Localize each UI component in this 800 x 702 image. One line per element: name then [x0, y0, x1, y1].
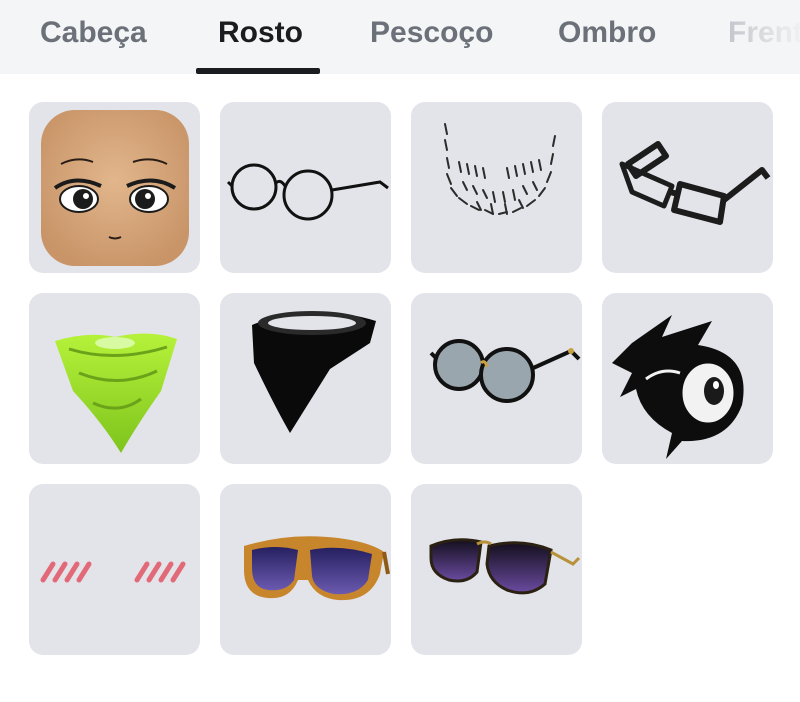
item-blush[interactable] [29, 484, 200, 655]
item-orange-sunglasses[interactable] [220, 484, 391, 655]
item-stubble[interactable] [411, 102, 582, 273]
category-tab-bar: Cabeça Rosto Pescoço Ombro Frent [0, 0, 800, 74]
item-green-bandana[interactable] [29, 293, 200, 464]
active-tab-indicator [196, 68, 320, 74]
blush-marks-icon [40, 561, 186, 583]
orange-frame-sunglasses-icon [244, 536, 390, 601]
dark-eye-mask-icon [612, 315, 744, 459]
item-black-bandana[interactable] [220, 293, 391, 464]
round-tinted-sunglasses-icon [429, 339, 581, 403]
item-rectangle-glasses[interactable] [602, 102, 773, 273]
item-aviator-sunglasses[interactable] [411, 484, 582, 655]
item-dark-mask[interactable] [602, 293, 773, 464]
green-bandana-icon [55, 333, 177, 453]
stubble-beard-icon [444, 123, 556, 215]
tab-pescoco[interactable]: Pescoço [370, 16, 493, 50]
item-round-sunglasses[interactable] [411, 293, 582, 464]
tab-cabeca[interactable]: Cabeça [40, 16, 147, 50]
tab-frente[interactable]: Frent [728, 16, 800, 50]
black-bandana-icon [252, 311, 376, 433]
aviator-sunglasses-icon [429, 538, 581, 595]
item-face[interactable] [29, 102, 200, 273]
tab-ombro[interactable]: Ombro [558, 16, 656, 50]
round-glasses-icon [226, 163, 389, 221]
tab-rosto[interactable]: Rosto [218, 16, 303, 50]
item-round-glasses[interactable] [220, 102, 391, 273]
rectangle-glasses-icon [619, 141, 771, 225]
face-avatar-icon [41, 110, 189, 266]
